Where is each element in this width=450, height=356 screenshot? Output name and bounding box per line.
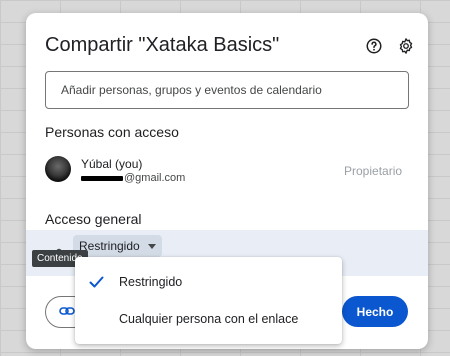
people-with-access-heading: Personas con acceso (45, 124, 179, 140)
email-redaction (81, 175, 123, 181)
gear-icon[interactable] (395, 35, 417, 57)
dialog-title: Compartir "Xataka Basics" (45, 34, 280, 56)
general-access-dropdown: Restringido Cualquier persona con el enl… (75, 257, 342, 344)
person-name: Yúbal (you) (81, 157, 143, 171)
dropdown-option-label: Restringido (119, 275, 183, 289)
email-suffix: @gmail.com (124, 172, 186, 184)
avatar (45, 156, 71, 182)
dropdown-option-label: Cualquier persona con el enlace (119, 312, 299, 326)
general-access-heading: Acceso general (45, 211, 142, 227)
link-icon (59, 307, 75, 315)
caret-down-icon (147, 243, 156, 249)
check-icon (89, 276, 104, 288)
person-role: Propietario (344, 164, 403, 178)
person-email: @gmail.com (81, 172, 185, 184)
help-icon[interactable] (363, 35, 385, 57)
done-button[interactable]: Hecho (342, 296, 408, 327)
general-access-selected: Restringido (79, 239, 140, 253)
dropdown-option-restricted[interactable]: Restringido (75, 263, 342, 301)
dropdown-option-anyone-with-link[interactable]: Cualquier persona con el enlace (75, 300, 342, 338)
add-people-input[interactable] (45, 71, 409, 109)
